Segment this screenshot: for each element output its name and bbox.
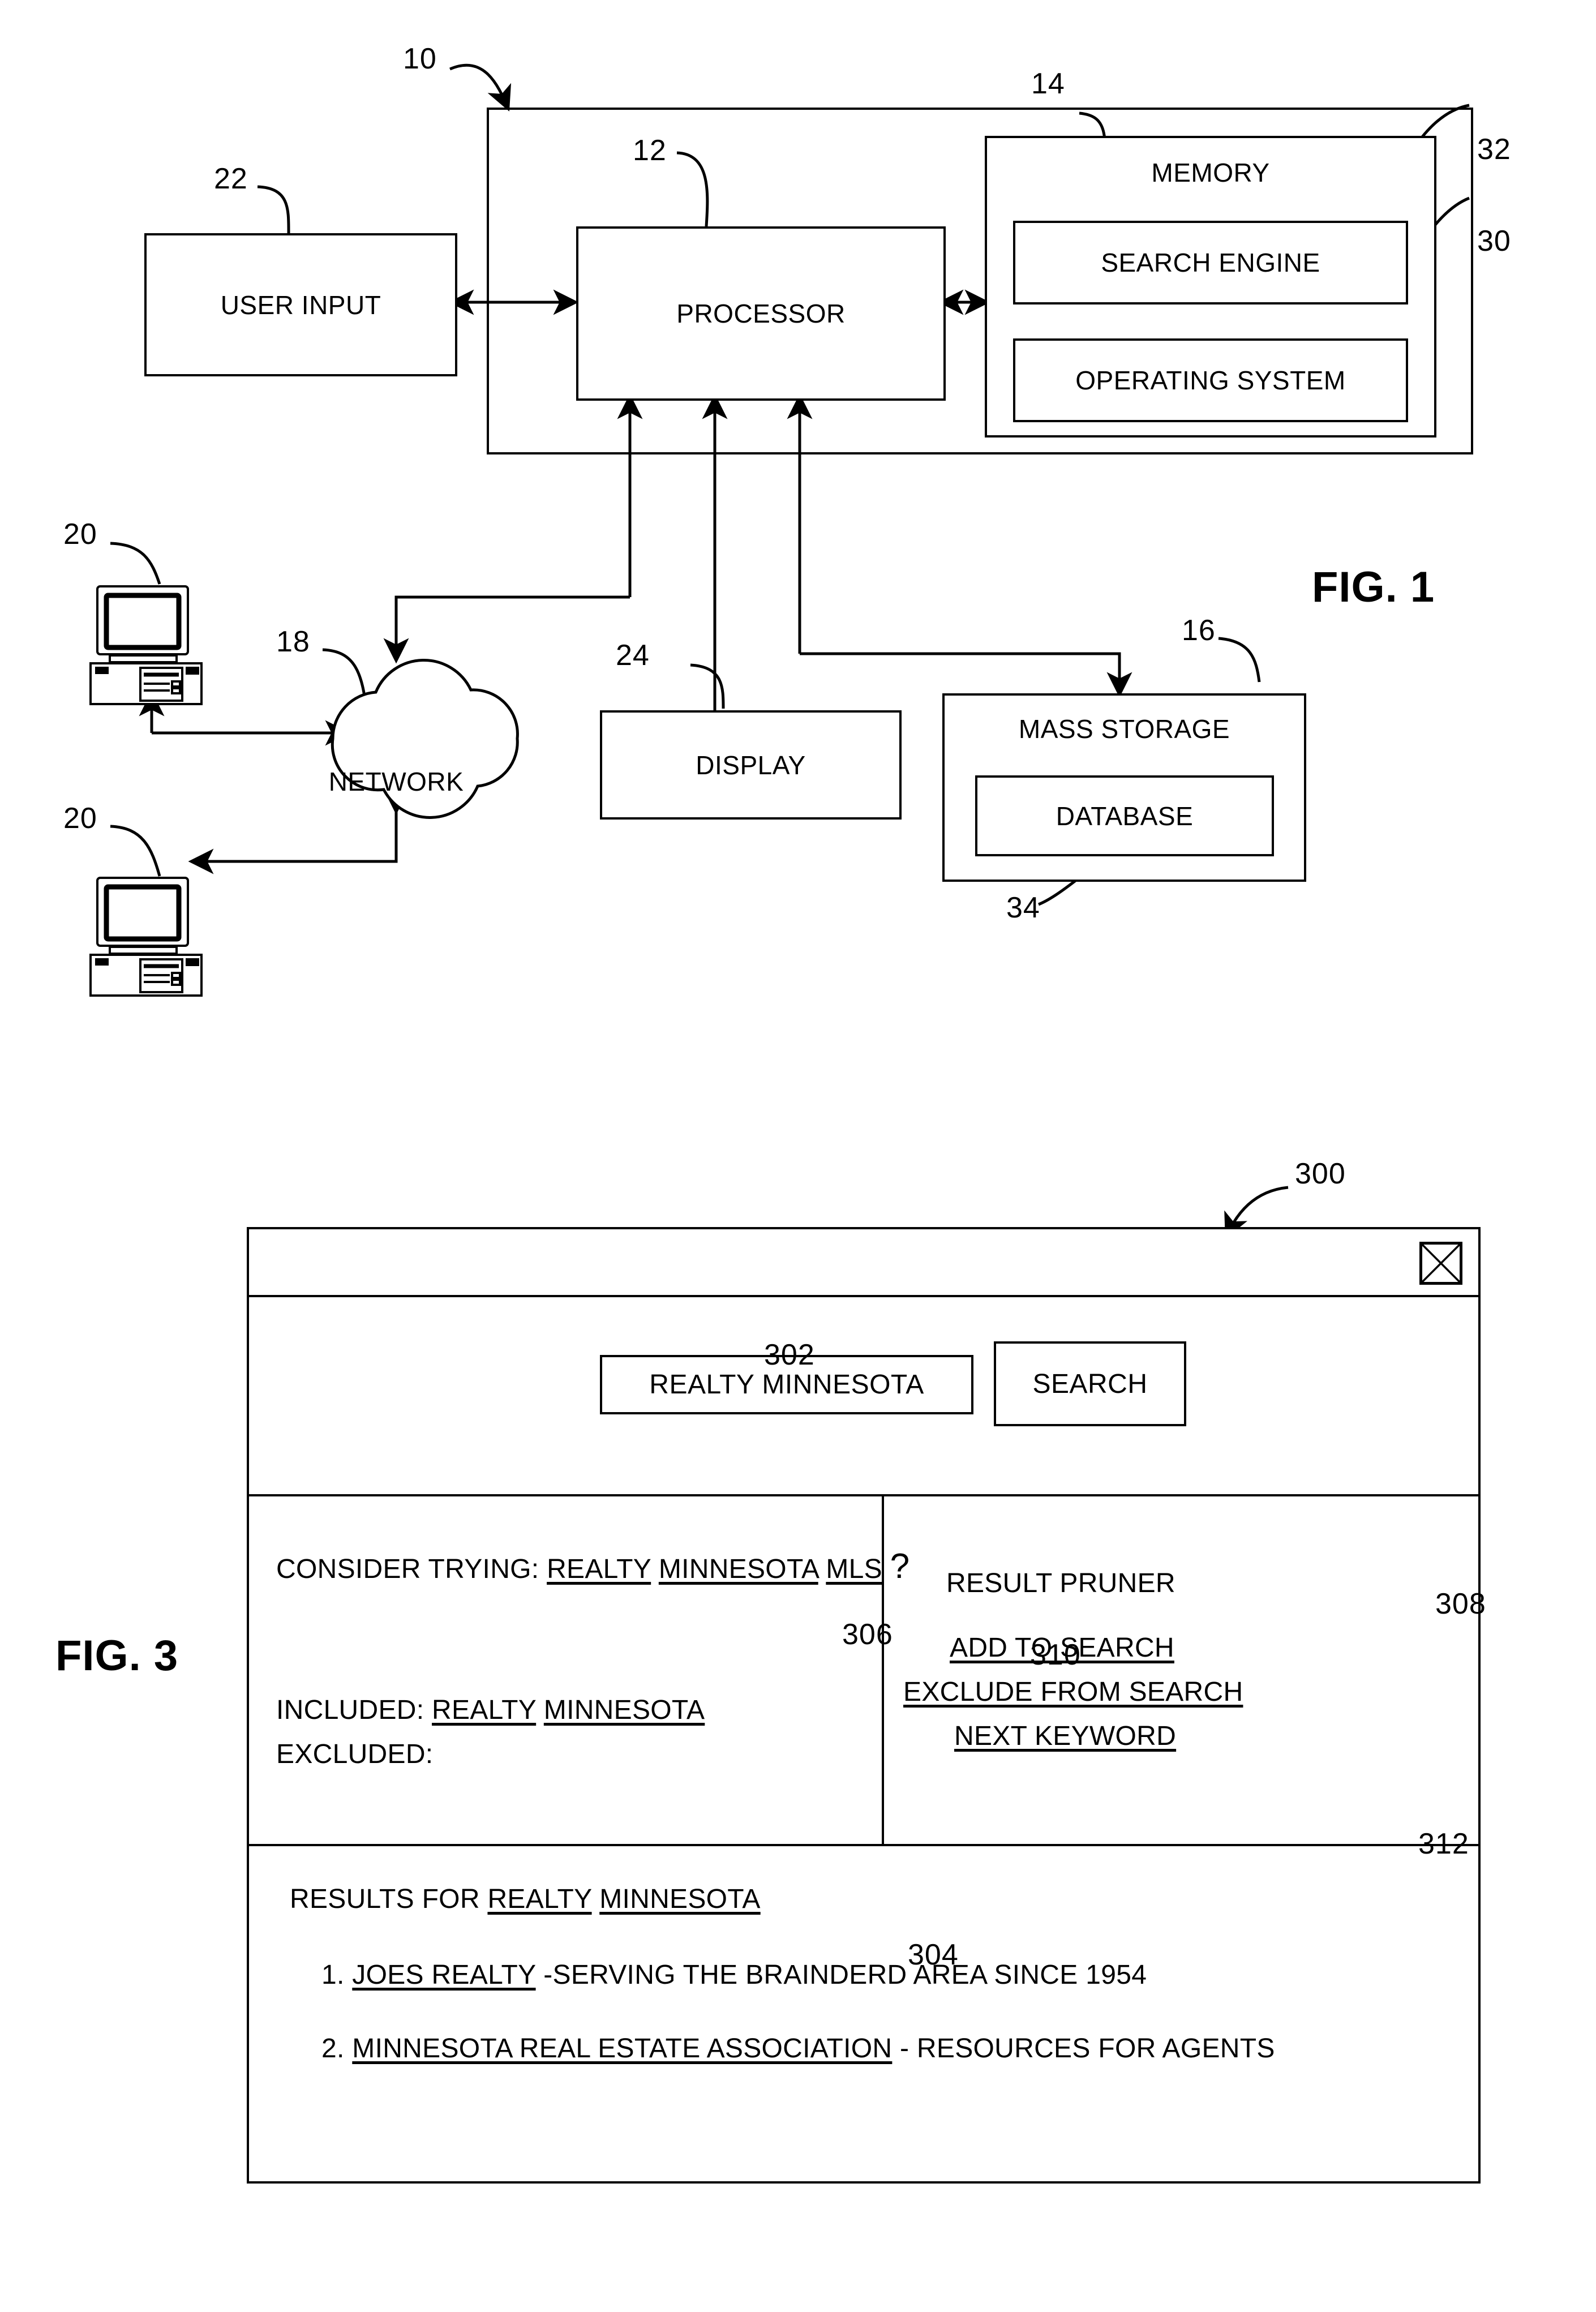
ref-306: 306 bbox=[842, 1618, 893, 1651]
results-heading-prefix: RESULTS FOR bbox=[290, 1884, 480, 1914]
result-item-2: 2. MINNESOTA REAL ESTATE ASSOCIATION - R… bbox=[321, 2033, 1275, 2064]
question-mark: ? bbox=[890, 1547, 910, 1586]
ref-310: 310 bbox=[1030, 1638, 1081, 1671]
browser-window: REALTY MINNESOTA SEARCH CONSIDER TRYING:… bbox=[247, 1227, 1481, 2184]
consider-trying-line: CONSIDER TRYING: REALTY MINNESOTA MLS ? bbox=[276, 1546, 909, 1586]
results-heading: RESULTS FOR REALTY MINNESOTA bbox=[290, 1884, 761, 1915]
result-item-2-description: - RESOURCES FOR AGENTS bbox=[900, 2034, 1275, 2064]
ref-308: 308 bbox=[1435, 1588, 1486, 1620]
result-item-1-link[interactable]: JOES REALTY bbox=[352, 1960, 535, 1990]
window-title-bar bbox=[249, 1229, 1478, 1297]
result-pruner-title: RESULT PRUNER bbox=[946, 1568, 1175, 1598]
exclude-from-search-option[interactable]: EXCLUDE FROM SEARCH bbox=[903, 1676, 1243, 1708]
search-input-value: REALTY MINNESOTA bbox=[649, 1370, 924, 1400]
suggested-term-minnesota[interactable]: MINNESOTA bbox=[659, 1554, 818, 1584]
ref-300: 300 bbox=[1295, 1157, 1346, 1190]
ref-312: 312 bbox=[1418, 1828, 1469, 1860]
search-button-label: SEARCH bbox=[1032, 1369, 1148, 1399]
excluded-line: EXCLUDED: bbox=[276, 1739, 433, 1770]
divider-search-bottom bbox=[249, 1494, 1478, 1496]
result-item-1-number: 1. bbox=[321, 1960, 345, 1990]
result-item-2-link[interactable]: MINNESOTA REAL ESTATE ASSOCIATION bbox=[352, 2034, 892, 2064]
divider-results-top bbox=[249, 1844, 1478, 1846]
suggested-term-realty[interactable]: REALTY bbox=[547, 1554, 651, 1584]
search-button[interactable]: SEARCH bbox=[994, 1341, 1186, 1426]
next-keyword-option[interactable]: NEXT KEYWORD bbox=[954, 1721, 1176, 1752]
ref-302: 302 bbox=[764, 1339, 815, 1371]
included-term-minnesota[interactable]: MINNESOTA bbox=[544, 1695, 705, 1725]
close-icon[interactable] bbox=[1419, 1242, 1462, 1285]
included-term-realty[interactable]: REALTY bbox=[432, 1695, 536, 1725]
included-label: INCLUDED: bbox=[276, 1695, 424, 1725]
consider-trying-prefix: CONSIDER TRYING: bbox=[276, 1554, 539, 1584]
result-item-2-number: 2. bbox=[321, 2034, 345, 2064]
excluded-label: EXCLUDED: bbox=[276, 1739, 434, 1769]
patent-drawing-sheet: MEMORY SEARCH ENGINE OPERATING SYSTEM PR… bbox=[0, 0, 1596, 2312]
result-item-1: 1. JOES REALTY -SERVING THE BRAINDERD AR… bbox=[321, 1959, 1147, 1991]
results-term-realty[interactable]: REALTY bbox=[487, 1884, 591, 1914]
result-item-1-description: -SERVING THE BRAINDERD AREA SINCE 1954 bbox=[543, 1960, 1147, 1990]
figure-3-caption: FIG. 3 bbox=[55, 1632, 179, 1680]
results-term-minnesota[interactable]: MINNESOTA bbox=[599, 1884, 761, 1914]
ref-304: 304 bbox=[908, 1938, 959, 1971]
included-line: INCLUDED: REALTY MINNESOTA bbox=[276, 1695, 705, 1726]
suggested-term-mls[interactable]: MLS bbox=[826, 1554, 882, 1584]
